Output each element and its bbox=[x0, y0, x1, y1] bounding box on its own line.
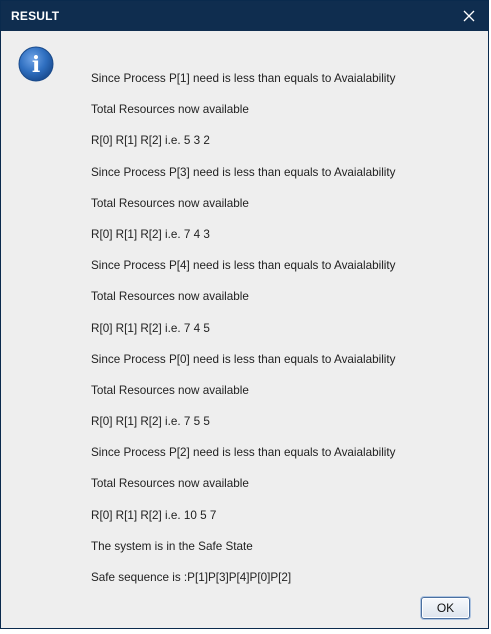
message-line: R[0] R[1] R[2] i.e. 7 5 5 bbox=[91, 415, 210, 429]
message-line: The system is in the Safe State bbox=[91, 539, 253, 553]
message-line: Since Process P[2] need is less than equ… bbox=[91, 446, 396, 460]
result-dialog: RESULT i Since Process P[1] need is less… bbox=[0, 0, 489, 629]
close-button[interactable] bbox=[452, 1, 486, 31]
message-line: Total Resources now available bbox=[91, 477, 249, 491]
dialog-title: RESULT bbox=[11, 9, 60, 23]
message-line: Since Process P[3] need is less than equ… bbox=[91, 165, 396, 179]
message-line: Since Process P[0] need is less than equ… bbox=[91, 352, 396, 366]
message-line: R[0] R[1] R[2] i.e. 7 4 5 bbox=[91, 321, 210, 335]
message-line: R[0] R[1] R[2] i.e. 7 4 3 bbox=[91, 227, 210, 241]
close-icon bbox=[463, 10, 475, 22]
message-line: R[0] R[1] R[2] i.e. 5 3 2 bbox=[91, 134, 210, 148]
ok-button[interactable]: OK bbox=[421, 597, 470, 619]
message-line: Since Process P[4] need is less than equ… bbox=[91, 259, 396, 273]
title-bar: RESULT bbox=[1, 1, 488, 31]
message-list: Since Process P[1] need is less than equ… bbox=[91, 72, 483, 602]
message-line: Total Resources now available bbox=[91, 103, 249, 117]
message-line: Total Resources now available bbox=[91, 290, 249, 304]
info-icon-glyph: i bbox=[32, 52, 40, 78]
info-icon: i bbox=[18, 46, 54, 82]
message-line: Total Resources now available bbox=[91, 383, 249, 397]
message-line: R[0] R[1] R[2] i.e. 10 5 7 bbox=[91, 508, 217, 522]
message-line: Total Resources now available bbox=[91, 196, 249, 210]
message-line: Since Process P[1] need is less than equ… bbox=[91, 72, 396, 85]
